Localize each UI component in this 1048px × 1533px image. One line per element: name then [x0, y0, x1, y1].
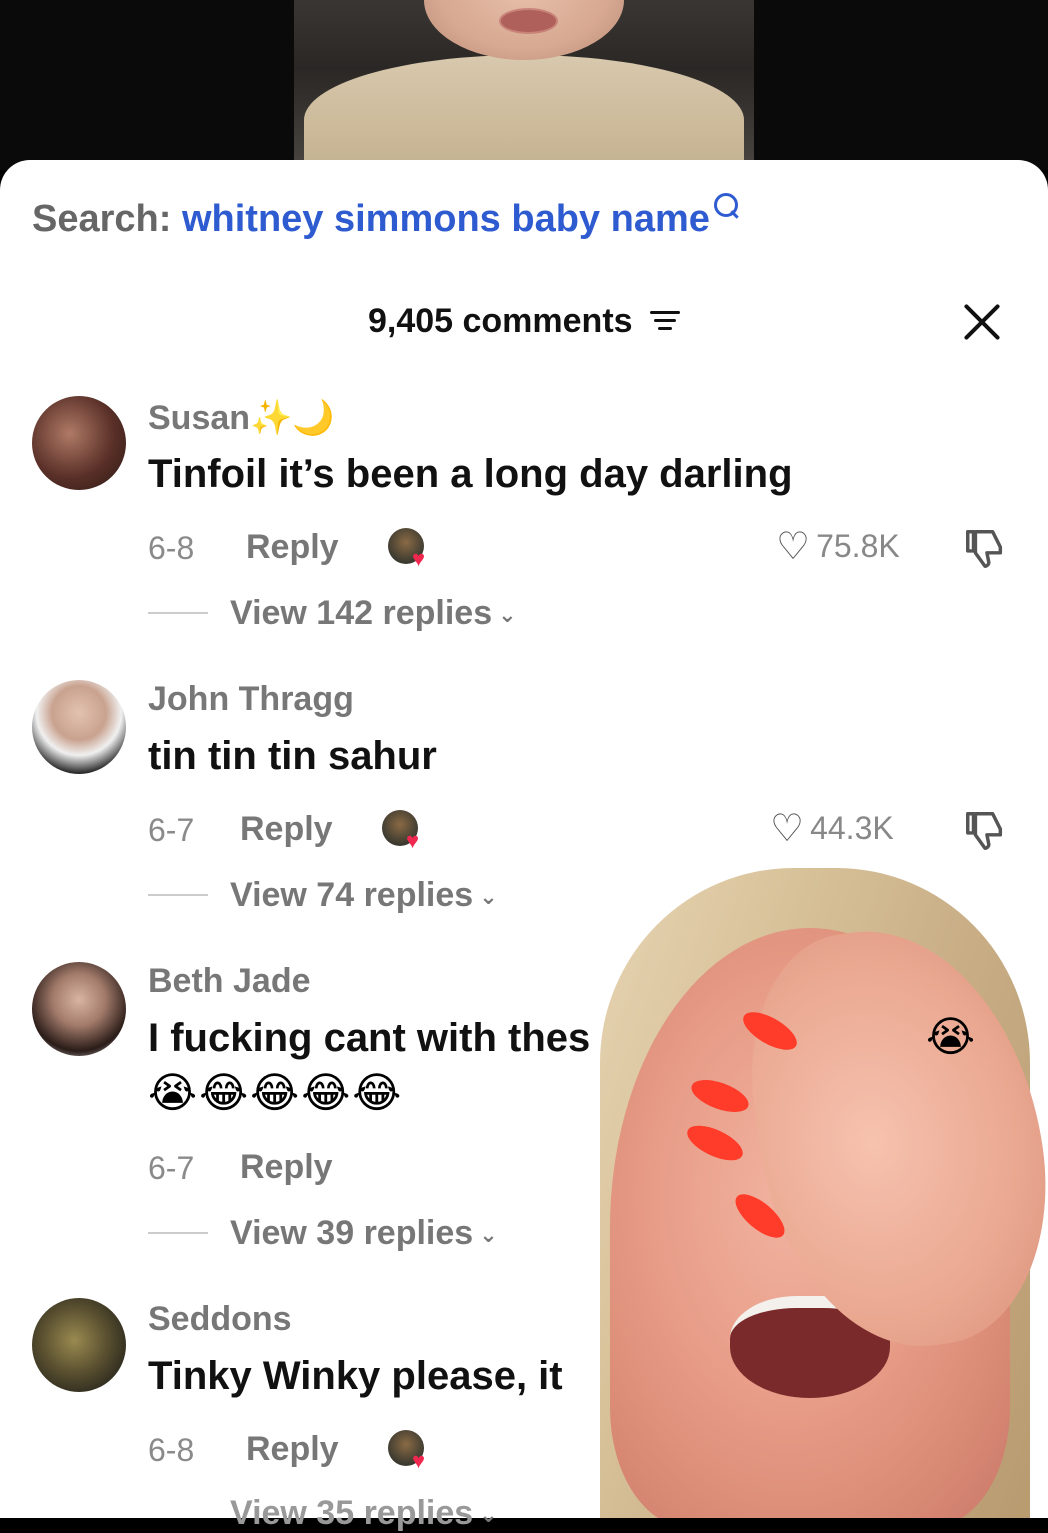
avatar[interactable]	[32, 680, 126, 774]
view-replies-button[interactable]: View 35 replies ⌄	[230, 1494, 498, 1533]
heart-icon: ♥	[406, 828, 420, 853]
video-person-shirt	[304, 55, 744, 170]
reply-button[interactable]: Reply	[240, 810, 333, 849]
chevron-down-icon: ⌄	[479, 1502, 498, 1528]
view-replies-label: View 39 replies	[230, 1214, 474, 1252]
video-background	[0, 0, 1048, 170]
creator-liked-badge: ♥	[388, 1430, 430, 1472]
search-icon[interactable]	[713, 193, 738, 217]
comment-text: I fucking cant with thes	[148, 1016, 591, 1060]
comment-text: Tinky Winky please, it	[148, 1354, 563, 1398]
creator-liked-badge: ♥	[388, 528, 430, 570]
like-count: 75.8K	[816, 527, 900, 564]
comment-date: 6-8	[148, 1432, 195, 1468]
reaction-overlay-image	[580, 868, 1048, 1518]
close-icon[interactable]	[960, 300, 1004, 344]
comment-trailing-emoji: 😭	[926, 1013, 976, 1060]
view-replies-label: View 35 replies	[230, 1494, 474, 1532]
video-frame	[294, 0, 754, 170]
like-button[interactable]: ♡ 44.3K	[770, 808, 894, 853]
comment-date: 6-8	[148, 530, 195, 566]
avatar[interactable]	[32, 396, 126, 490]
reply-button[interactable]: Reply	[240, 1148, 333, 1187]
creator-liked-badge: ♥	[382, 810, 424, 852]
search-query[interactable]: whitney simmons baby name	[182, 198, 710, 240]
reply-button[interactable]: Reply	[246, 1430, 339, 1469]
comments-header: 9,405 comments	[0, 302, 1048, 341]
sort-filter-icon[interactable]	[650, 306, 681, 335]
search-prefix: Search:	[32, 198, 172, 240]
video-person-mouth	[499, 8, 558, 34]
heart-icon: ♥	[412, 1448, 426, 1473]
divider	[148, 1232, 208, 1234]
dislike-icon[interactable]	[962, 526, 1008, 572]
heart-icon: ♥	[412, 546, 426, 571]
comment-text: tin tin tin sahur	[148, 734, 437, 778]
comment-emoji-line: 😭😂😂😂😂	[148, 1069, 404, 1116]
view-replies-button[interactable]: View 39 replies ⌄	[230, 1214, 498, 1253]
chevron-down-icon: ⌄	[479, 884, 498, 910]
view-replies-button[interactable]: View 74 replies ⌄	[230, 876, 498, 915]
dislike-icon[interactable]	[962, 808, 1008, 854]
view-replies-label: View 142 replies	[230, 594, 493, 632]
chevron-down-icon: ⌄	[479, 1222, 498, 1248]
comment-username[interactable]: Seddons	[148, 1300, 292, 1339]
divider	[148, 612, 208, 614]
comment-date: 6-7	[148, 812, 195, 848]
heart-outline-icon: ♡	[770, 808, 805, 850]
avatar[interactable]	[32, 962, 126, 1056]
comment-username[interactable]: Beth Jade	[148, 962, 311, 1001]
avatar[interactable]	[32, 1298, 126, 1392]
comment-username[interactable]: Susan✨🌙	[148, 398, 335, 438]
comment-text: Tinfoil it’s been a long day darling	[148, 452, 793, 496]
comment-username[interactable]: John Thragg	[148, 680, 354, 719]
search-suggestion[interactable]: Search: whitney simmons baby name	[32, 193, 738, 241]
like-count: 44.3K	[810, 809, 894, 846]
reply-button[interactable]: Reply	[246, 528, 339, 567]
view-replies-label: View 74 replies	[230, 876, 474, 914]
comment-date: 6-7	[148, 1150, 195, 1186]
heart-outline-icon: ♡	[776, 526, 811, 568]
comments-count: 9,405 comments	[367, 302, 633, 340]
chevron-down-icon: ⌄	[498, 602, 517, 628]
divider	[148, 894, 208, 896]
like-button[interactable]: ♡ 75.8K	[776, 526, 900, 571]
view-replies-button[interactable]: View 142 replies ⌄	[230, 594, 517, 633]
